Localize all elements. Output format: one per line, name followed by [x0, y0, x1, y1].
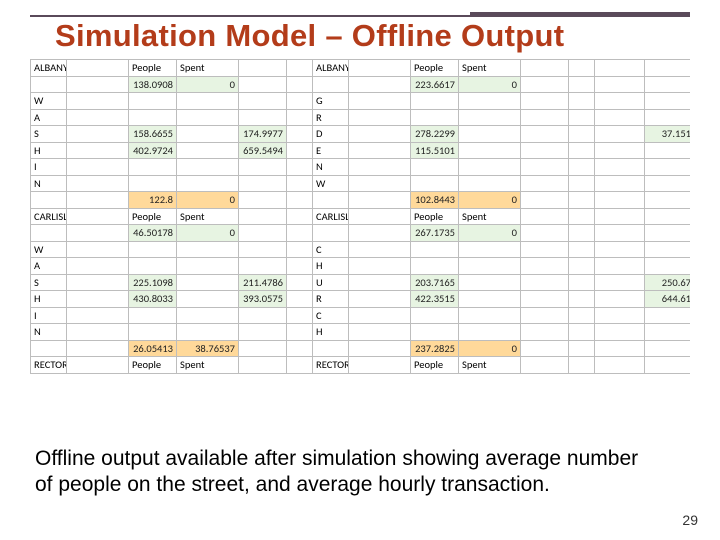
slide-title: Simulation Model – Offline Output: [55, 18, 564, 54]
page-number: 29: [682, 512, 698, 528]
slide-caption: Offline output available after simulatio…: [35, 446, 660, 499]
cell: 0: [177, 76, 239, 93]
header-short-rule: [470, 12, 690, 15]
block-name: RECTOR: [31, 357, 67, 374]
block-name: RECTOR: [313, 357, 349, 374]
block-name: CARLISLE: [313, 208, 349, 225]
col-spent: Spent: [177, 60, 239, 77]
data-grid: ALBANY PeopleSpent ALBANY PeopleSpent 13…: [30, 59, 690, 374]
block-name: CARLISLE: [31, 208, 67, 225]
cell: 138.0908: [129, 76, 177, 93]
block-name: ALBANY: [313, 60, 349, 77]
header-rule: [30, 15, 690, 17]
spreadsheet-view: ALBANY PeopleSpent ALBANY PeopleSpent 13…: [30, 59, 690, 439]
col-people: People: [129, 60, 177, 77]
block-name: ALBANY: [31, 60, 67, 77]
